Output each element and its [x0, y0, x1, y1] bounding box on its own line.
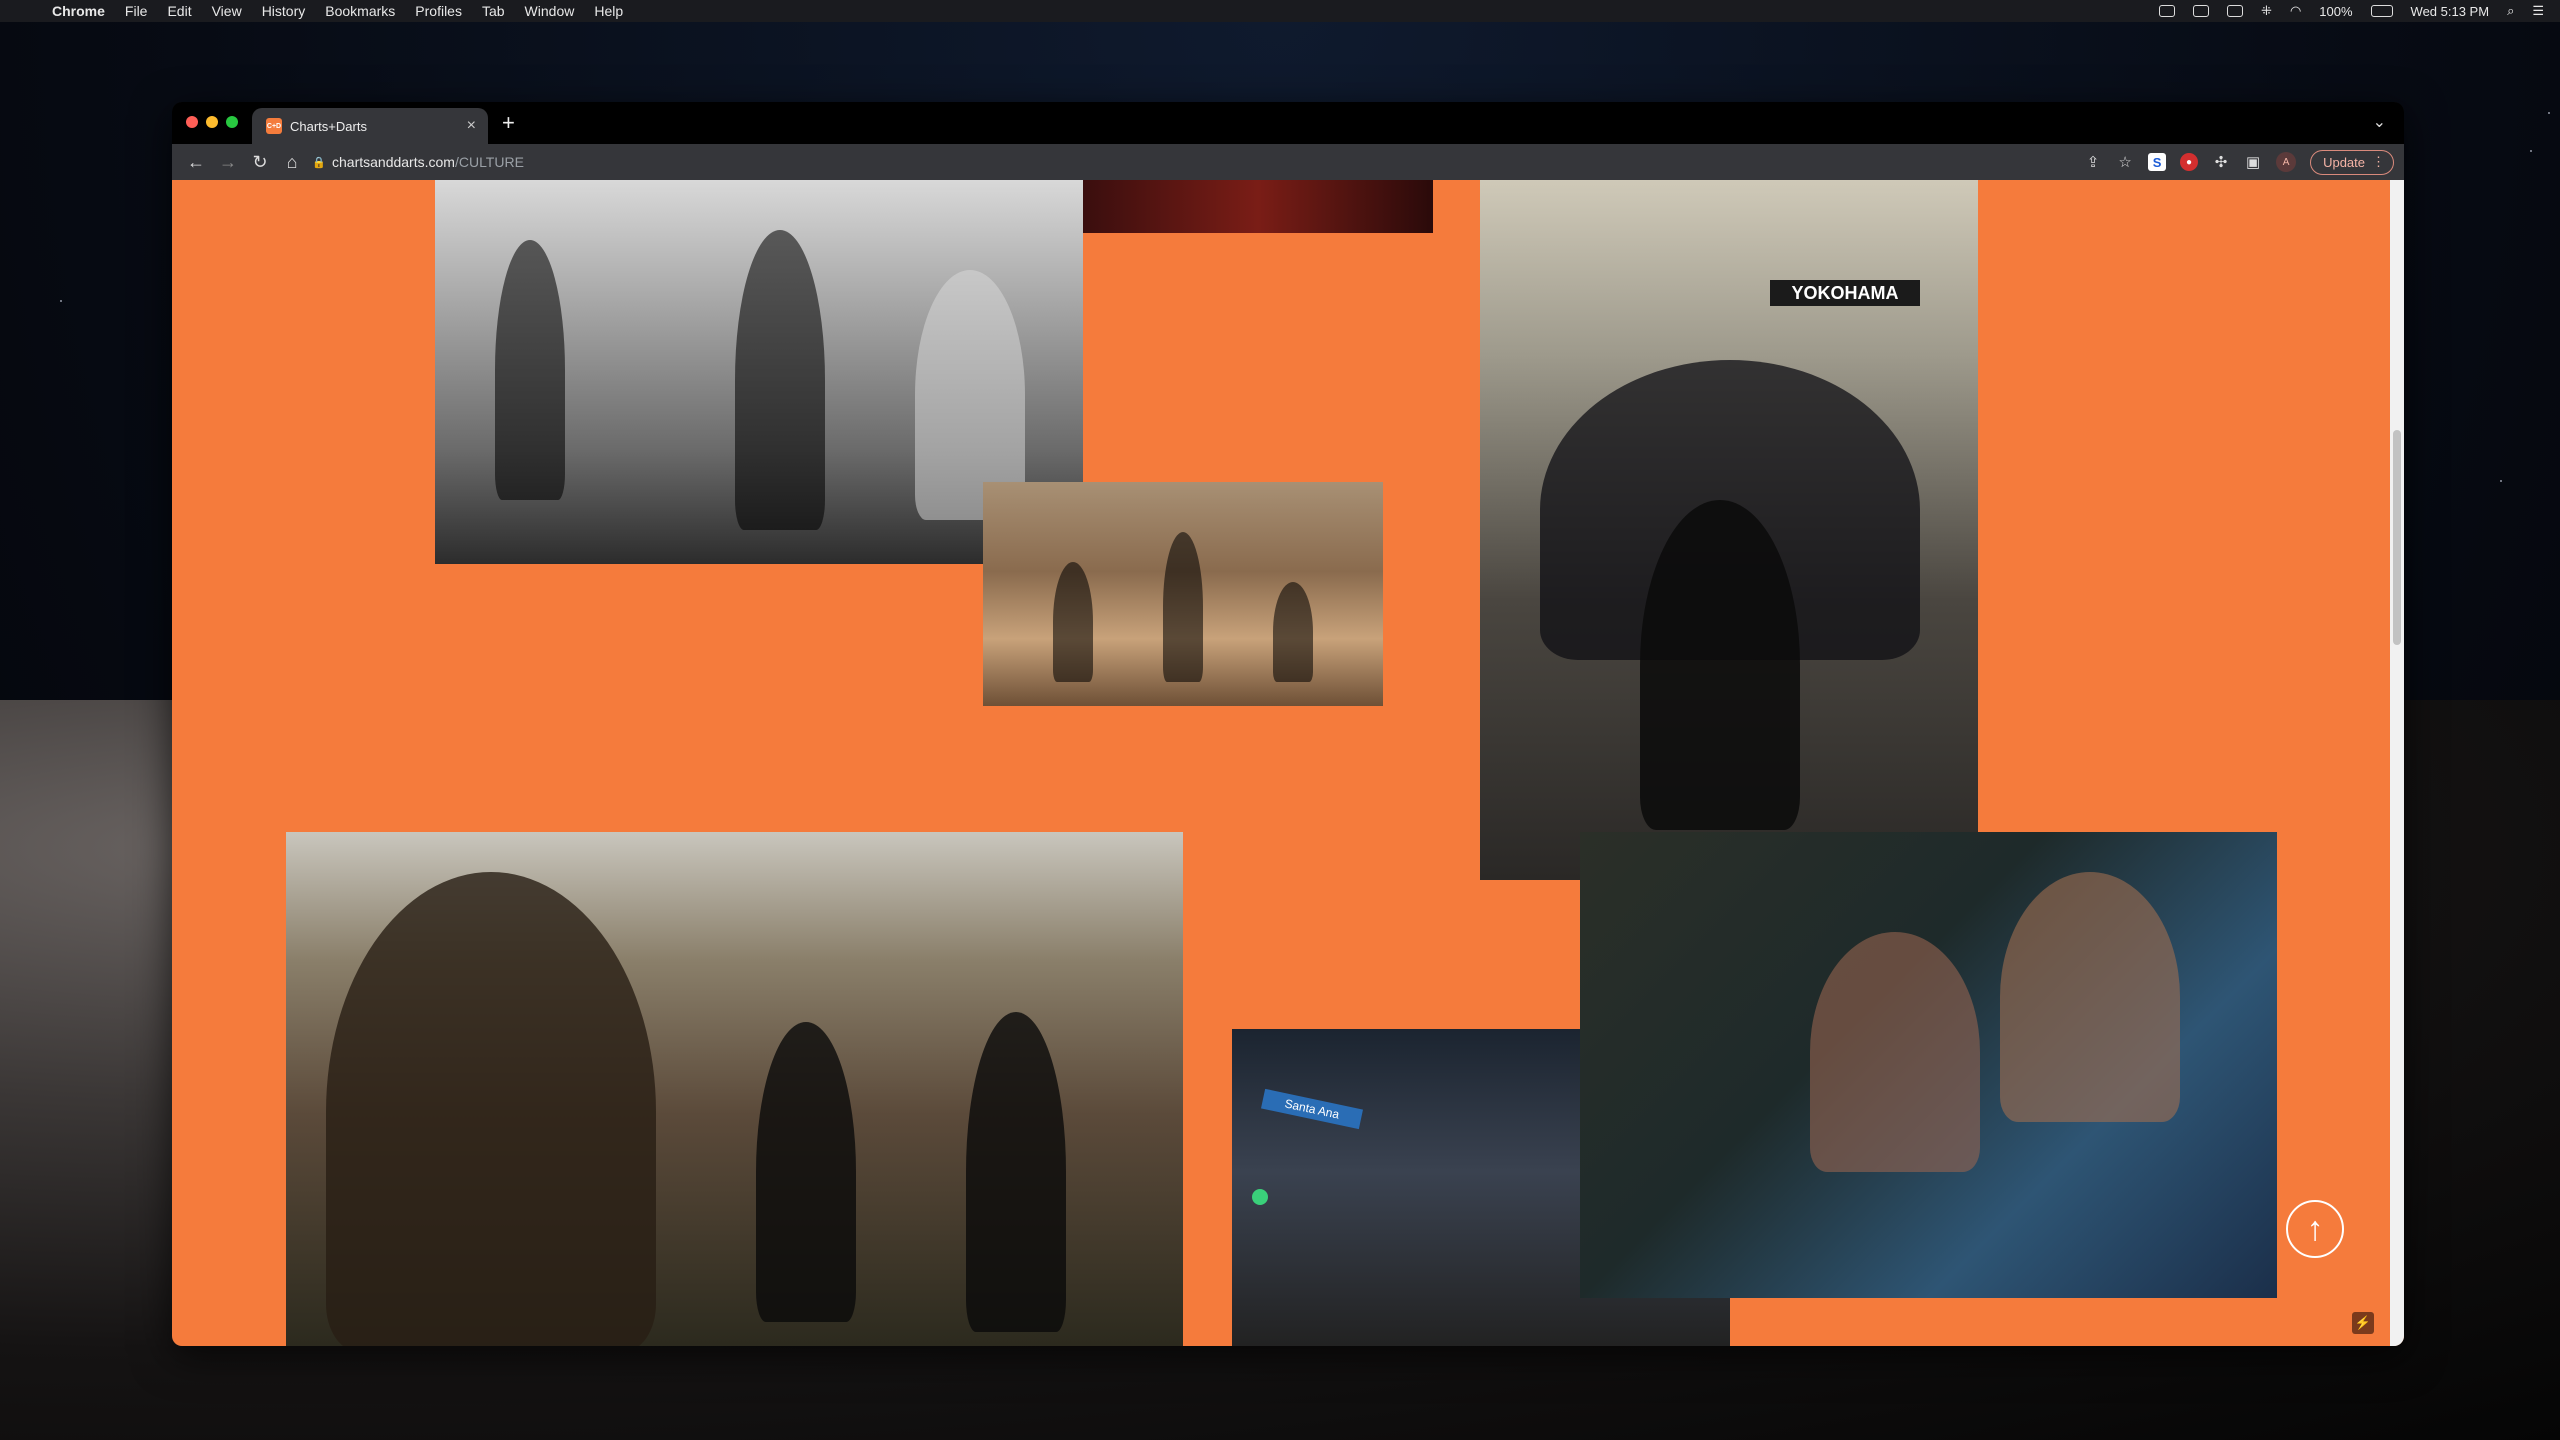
tab-title: Charts+Darts — [290, 118, 367, 134]
url-path: /CULTURE — [454, 154, 524, 170]
wifi-icon[interactable]: ◠ — [2290, 3, 2301, 19]
zoom-window-button[interactable] — [226, 116, 238, 128]
creative-cloud-icon[interactable] — [2159, 5, 2176, 17]
battery-icon[interactable] — [2370, 5, 2393, 17]
share-icon[interactable]: ⇪ — [2084, 153, 2102, 171]
extension-record-icon[interactable]: ● — [2180, 153, 2199, 171]
spotlight-search-icon[interactable]: ⌕ — [2507, 3, 2514, 19]
photo-desert-rig[interactable] — [983, 482, 1383, 706]
menubar-clock[interactable]: Wed 5:13 PM — [2411, 4, 2490, 19]
page-scrollbar[interactable] — [2390, 180, 2404, 1346]
address-bar[interactable]: 🔒 chartsanddarts.com/CULTURE — [312, 148, 2112, 176]
star — [2530, 150, 2532, 152]
street-sign: Santa Ana — [1261, 1088, 1363, 1130]
more-menu-icon[interactable]: ⋮ — [2372, 154, 2385, 170]
browser-toolbar: ← → ↻ ⌂ 🔒 chartsanddarts.com/CULTURE ⇪ ☆… — [172, 144, 2404, 180]
menu-view[interactable]: View — [212, 3, 242, 19]
control-icon[interactable]: ⁜ — [2261, 3, 2272, 19]
update-label: Update — [2323, 154, 2365, 170]
back-arrow-icon[interactable]: ← — [180, 152, 212, 173]
display-icon[interactable] — [2227, 5, 2244, 17]
update-button[interactable]: Update ⋮ — [2310, 149, 2394, 175]
tab-strip: C+D Charts+Darts × + ⌄ — [172, 102, 2404, 144]
bolt-icon[interactable]: ⚡ — [2352, 1312, 2374, 1334]
extension-s-icon[interactable]: S — [2148, 153, 2167, 171]
arrow-up-icon: ↑ — [2306, 1209, 2324, 1248]
photo-pit-crew-yokohama[interactable]: YOKOHAMA — [1480, 180, 1978, 880]
star — [2548, 112, 2550, 114]
menu-edit[interactable]: Edit — [167, 3, 191, 19]
menu-history[interactable]: History — [262, 3, 306, 19]
photo-motel-set-camera[interactable] — [286, 832, 1183, 1346]
person-silhouette — [735, 230, 825, 530]
photo-red-crop[interactable] — [1083, 180, 1433, 233]
profile-avatar[interactable]: A — [2276, 152, 2297, 172]
photographer-silhouette — [1640, 500, 1800, 830]
scrollbar-thumb[interactable] — [2393, 430, 2401, 645]
menu-bookmarks[interactable]: Bookmarks — [325, 3, 395, 19]
tab-search-chevron-icon[interactable]: ⌄ — [2373, 112, 2386, 132]
close-window-button[interactable] — [186, 116, 198, 128]
menu-file[interactable]: File — [125, 3, 148, 19]
lock-icon[interactable]: 🔒 — [312, 156, 326, 169]
person-face — [2000, 872, 2180, 1122]
yokohama-sign: YOKOHAMA — [1770, 280, 1920, 306]
menu-profiles[interactable]: Profiles — [415, 3, 462, 19]
reload-icon[interactable]: ↻ — [244, 152, 276, 173]
photo-friends-toast[interactable] — [1580, 832, 2277, 1298]
person-silhouette — [495, 240, 565, 500]
menubar-status-area: ⁜ ◠ 100% Wed 5:13 PM ⌕ ☰ — [2159, 0, 2544, 22]
camera-operator-silhouette — [326, 872, 656, 1346]
traffic-light — [1252, 1189, 1268, 1205]
star — [2500, 480, 2502, 482]
tab-charts-darts[interactable]: C+D Charts+Darts × — [252, 108, 488, 144]
home-icon[interactable]: ⌂ — [276, 152, 308, 173]
menu-help[interactable]: Help — [594, 3, 623, 19]
page-viewport[interactable]: YOKOHAMA Santa Ana ↑ ⚡ — [172, 180, 2404, 1346]
screen-icon[interactable] — [2193, 5, 2210, 17]
side-panel-icon[interactable]: ▣ — [2244, 153, 2262, 171]
battery-percent: 100% — [2319, 3, 2353, 19]
menu-app-name[interactable]: Chrome — [52, 3, 105, 19]
minimize-window-button[interactable] — [206, 116, 218, 128]
macos-menubar: Chrome File Edit View History Bookmarks … — [0, 0, 2560, 22]
apple-icon[interactable] — [20, 3, 34, 19]
person-silhouette — [1273, 582, 1313, 682]
person-silhouette — [1053, 562, 1093, 682]
favicon-icon: C+D — [266, 118, 282, 134]
person-silhouette — [1163, 532, 1203, 682]
window-controls — [186, 116, 238, 128]
browser-window: C+D Charts+Darts × + ⌄ ← → ↻ ⌂ 🔒 chartsa… — [172, 102, 2404, 1346]
scroll-to-top-button[interactable]: ↑ — [2286, 1200, 2344, 1258]
bookmark-star-icon[interactable]: ☆ — [2116, 153, 2134, 171]
person-face — [1810, 932, 1980, 1172]
menu-tab[interactable]: Tab — [482, 3, 505, 19]
star — [60, 300, 62, 302]
toolbar-actions: ⇪ ☆ S ● ✣ ▣ A Update ⋮ — [2084, 148, 2394, 176]
pit-crew-figure — [966, 1012, 1066, 1332]
menu-window[interactable]: Window — [525, 3, 575, 19]
control-center-icon[interactable]: ☰ — [2532, 3, 2544, 19]
extensions-puzzle-icon[interactable]: ✣ — [2212, 153, 2230, 171]
forward-arrow-icon[interactable]: → — [212, 152, 244, 173]
pit-crew-figure — [756, 1022, 856, 1322]
url-host: chartsanddarts.com — [332, 154, 455, 170]
new-tab-icon[interactable]: + — [502, 110, 515, 136]
close-tab-icon[interactable]: × — [467, 117, 476, 135]
